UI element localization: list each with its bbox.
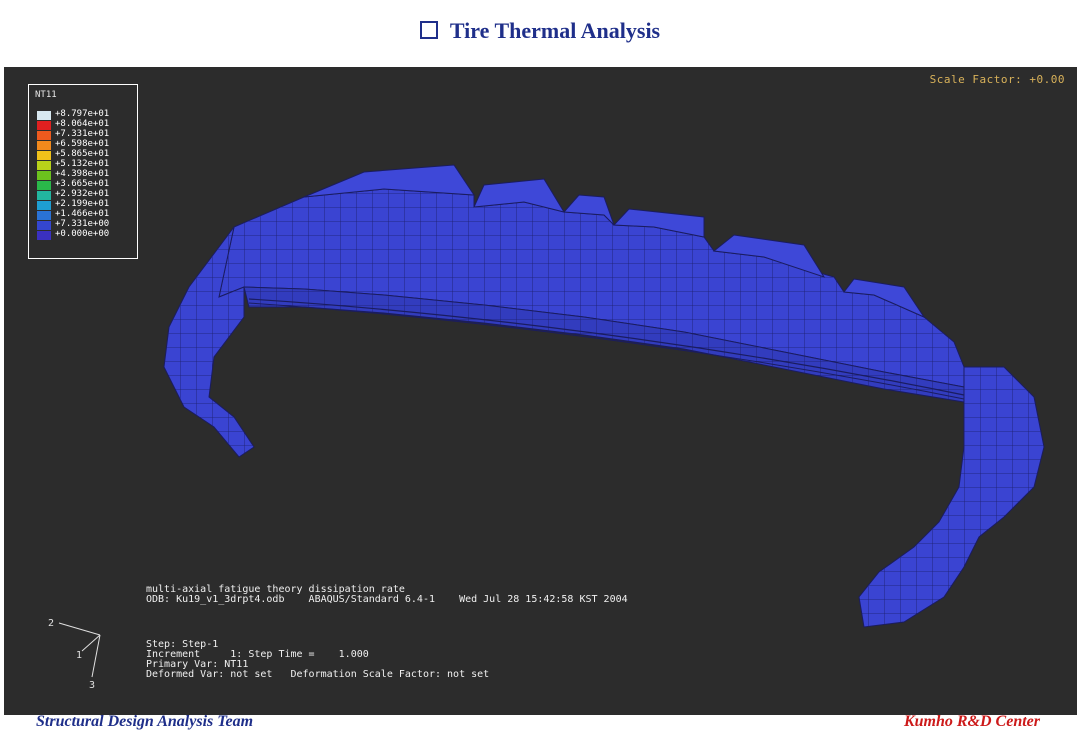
legend-swatch <box>37 201 51 210</box>
contour-legend: NT11 +8.797e+01 +8.064e+01 +7.331e+01 +6.59… <box>28 84 138 259</box>
legend-swatch <box>37 141 51 150</box>
annotation-deformed-var: Deformed Var: not set Deformation Scale … <box>146 669 490 680</box>
slide-title: Tire Thermal Analysis <box>0 18 1080 44</box>
checkbox-bullet-icon <box>419 21 438 39</box>
triad-axis-2-label: 2 <box>48 618 55 629</box>
annotation-line-2: ODB: Ku19_v1_3drpt4.odb ABAQUS/Standard … <box>146 594 628 605</box>
footer-team-label: Structural Design Analysis Team <box>36 713 254 730</box>
legend-value: +0.000e+00 <box>55 229 110 239</box>
slide-title-text: Tire Thermal Analysis <box>449 18 661 43</box>
legend-swatch <box>37 121 51 130</box>
legend-row: +0.000e+00 <box>37 229 137 240</box>
legend-swatch <box>37 221 51 230</box>
legend-swatch <box>37 211 51 220</box>
abaqus-viewport[interactable]: Scale Factor: +0.00 NT11 +8.797e+01 +8.06… <box>4 67 1077 715</box>
legend-swatch <box>37 181 51 190</box>
legend-swatch <box>37 111 51 120</box>
legend-swatch <box>37 151 51 160</box>
legend-swatch <box>37 131 51 140</box>
legend-variable-label: NT11 <box>35 90 57 100</box>
tire-mesh-model <box>163 164 1045 628</box>
triad-axis-3-label: 3 <box>89 680 96 691</box>
legend-swatch <box>37 161 51 170</box>
axis-triad-icon <box>58 622 101 678</box>
triad-axis-1-label: 1 <box>76 650 83 661</box>
legend-swatch <box>37 231 51 240</box>
footer-center-label: Kumho R&D Center <box>903 713 1040 730</box>
legend-swatch <box>37 191 51 200</box>
scale-factor-label: Scale Factor: +0.00 <box>929 73 1065 86</box>
legend-swatch <box>37 171 51 180</box>
